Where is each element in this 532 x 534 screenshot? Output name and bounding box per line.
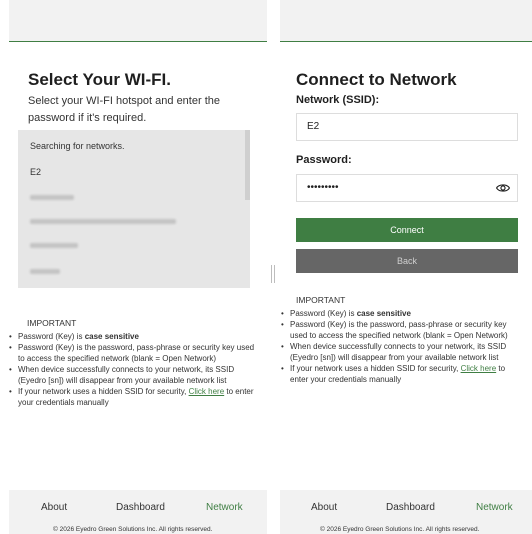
ssid-input[interactable]: E2 [296, 113, 518, 141]
note-text: Password (Key) is [18, 332, 85, 341]
important-heading: IMPORTANT [27, 318, 77, 328]
network-item-blurred[interactable] [30, 243, 78, 248]
important-notes: IMPORTANT Password (Key) is case sensiti… [8, 318, 258, 408]
connect-panel: Connect to Network Network (SSID): E2 Pa… [280, 0, 532, 534]
note-ssid-disappear: When device successfully connects to you… [281, 341, 524, 363]
pane-resize-handle[interactable] [271, 265, 275, 283]
note-text: Password (Key) is [290, 309, 357, 318]
page-title: Select Your WI-FI. [28, 70, 171, 89]
wifi-select-panel: Select Your WI-FI. Select your WI-FI hot… [9, 0, 267, 534]
note-bold: case sensitive [356, 309, 411, 318]
note-password-definition: Password (Key) is the password, pass-phr… [9, 342, 258, 364]
network-item-blurred[interactable] [30, 219, 176, 224]
copyright: © 2026 Eyedro Green Solutions Inc. All r… [53, 526, 213, 533]
nav-dashboard[interactable]: Dashboard [386, 502, 435, 513]
searching-status: Searching for networks. [30, 141, 125, 151]
copyright: © 2026 Eyedro Green Solutions Inc. All r… [320, 526, 480, 533]
nav-about[interactable]: About [41, 502, 67, 513]
nav-network[interactable]: Network [476, 502, 513, 513]
eye-icon[interactable] [496, 182, 510, 194]
note-hidden-ssid: If your network uses a hidden SSID for s… [9, 386, 258, 408]
note-hidden-ssid: If your network uses a hidden SSID for s… [281, 363, 524, 385]
top-band [280, 0, 532, 42]
back-button[interactable]: Back [296, 249, 518, 273]
note-password-definition: Password (Key) is the password, pass-phr… [281, 319, 524, 341]
click-here-link[interactable]: Click here [189, 387, 225, 396]
note-text: If your network uses a hidden SSID for s… [290, 364, 461, 373]
nav-network[interactable]: Network [206, 502, 243, 513]
subtitle-line-2: password if it's required. [28, 112, 147, 124]
password-value: ••••••••• [307, 182, 339, 193]
nav-about[interactable]: About [311, 502, 337, 513]
important-heading: IMPORTANT [296, 295, 346, 305]
password-label: Password: [296, 154, 352, 166]
important-notes: IMPORTANT Password (Key) is case sensiti… [276, 295, 524, 385]
ssid-label: Network (SSID): [296, 94, 380, 106]
network-list-scrollbar[interactable] [245, 130, 250, 200]
note-case-sensitive: Password (Key) is case sensitive [9, 331, 258, 342]
click-here-link[interactable]: Click here [461, 364, 497, 373]
network-list[interactable]: Searching for networks. E2 [18, 130, 250, 288]
connect-button[interactable]: Connect [296, 218, 518, 242]
top-band [9, 0, 267, 42]
network-item-blurred[interactable] [30, 269, 60, 274]
note-case-sensitive: Password (Key) is case sensitive [281, 308, 524, 319]
note-bold: case sensitive [84, 332, 139, 341]
note-text: If your network uses a hidden SSID for s… [18, 387, 189, 396]
subtitle-line-1: Select your WI-FI hotspot and enter the [28, 95, 220, 107]
network-item-e2[interactable]: E2 [30, 167, 41, 177]
network-item-blurred[interactable] [30, 195, 74, 200]
password-input[interactable]: ••••••••• [296, 174, 518, 202]
page-title: Connect to Network [296, 70, 457, 89]
nav-dashboard[interactable]: Dashboard [116, 502, 165, 513]
note-ssid-disappear: When device successfully connects to you… [9, 364, 258, 386]
